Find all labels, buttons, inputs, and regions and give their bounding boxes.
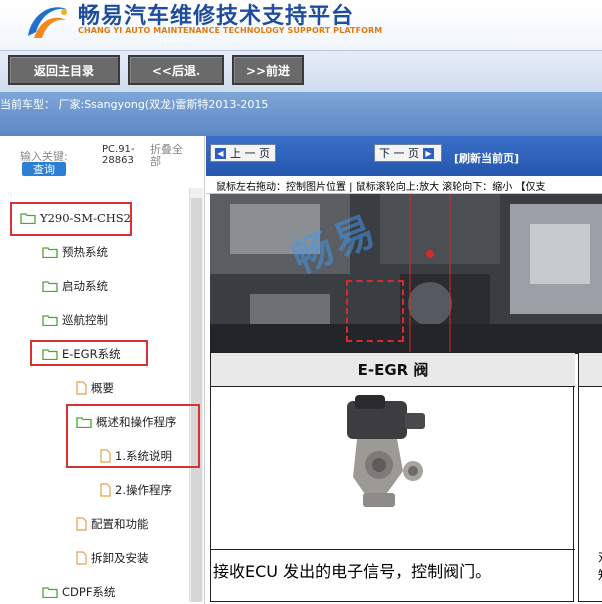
arrow-right-icon: ▶ xyxy=(423,147,434,159)
query-button[interactable]: 查询 xyxy=(22,162,66,176)
page-nav-bar: ◀ 上 一 页 下 一 页 ▶ [刷新当前页] xyxy=(206,136,602,176)
highlight-box xyxy=(10,202,132,236)
hint-bar: 鼠标左右拖动：控制图片位置 | 鼠标滚轮向上:放大 滚轮向下：缩小 【仅支 xyxy=(206,176,602,194)
tree-item-cdpf[interactable]: CDPF系统 xyxy=(42,582,115,602)
highlight-box xyxy=(30,340,148,366)
tree-item-label: CDPF系统 xyxy=(62,585,116,599)
egr-callout-box xyxy=(346,280,404,342)
forward-button[interactable]: >>前进 xyxy=(232,55,304,85)
main-toolbar: 返回主目录 <<后退. >>前进 xyxy=(0,50,602,92)
tree-item-label: 预热系统 xyxy=(62,245,108,259)
tree-panel: 输入关键: 查询 PC.91-28863 折叠全部 Y290-SM-CHS2 预… xyxy=(0,136,205,604)
app-window: 畅易汽车维修技术支持平台 CHANG YI AUTO MAINTENANCE T… xyxy=(0,0,602,604)
pc-code: PC.91-28863 xyxy=(102,144,135,166)
highlight-box xyxy=(66,404,200,468)
document-icon xyxy=(76,381,87,395)
folder-icon xyxy=(42,246,58,259)
valve-card: E-EGR 阀 接收ECU 发出的电子信号，控制阀门。 xyxy=(210,352,575,603)
next-page-button[interactable]: 下 一 页 ▶ xyxy=(374,144,442,162)
back-button[interactable]: <<后退. xyxy=(128,55,224,85)
adjacent-card-title xyxy=(579,353,602,387)
hint-text: 鼠标左右拖动：控制图片位置 | 鼠标滚轮向上:放大 滚轮向下：缩小 【仅支 xyxy=(216,182,546,193)
engine-bay-photo[interactable]: 畅易 xyxy=(210,194,602,354)
prev-page-button[interactable]: ◀ 上 一 页 xyxy=(210,144,276,162)
site-subtitle: CHANG YI AUTO MAINTENANCE TECHNOLOGY SUP… xyxy=(78,26,383,35)
prev-page-label: 上 一 页 xyxy=(230,147,270,160)
tree-item-start[interactable]: 启动系统 xyxy=(42,276,108,296)
collapse-all-link[interactable]: 折叠全部 xyxy=(150,144,190,168)
tree-item-label: 巡航控制 xyxy=(62,313,108,327)
adjacent-card-text: 对 知 xyxy=(598,548,602,584)
search-area: 输入关键: 查询 PC.91-28863 折叠全部 xyxy=(0,136,205,186)
folder-icon xyxy=(42,586,58,599)
document-icon xyxy=(100,483,111,497)
folder-icon xyxy=(42,280,58,293)
engine-photo-graphic xyxy=(210,194,602,354)
tree-scroll-thumb[interactable] xyxy=(191,198,202,602)
current-model-label: 当前车型： 厂家:Ssangyong(双龙)雷斯特2013-2015 xyxy=(0,98,269,111)
tree-item-preheat[interactable]: 预热系统 xyxy=(42,242,108,262)
valve-description: 接收ECU 发出的电子信号，控制阀门。 xyxy=(211,549,575,603)
tree-item-configuration[interactable]: 配置和功能 xyxy=(76,514,149,534)
back-home-button[interactable]: 返回主目录 xyxy=(8,55,120,85)
tree-item-label: 拆卸及安装 xyxy=(91,551,149,565)
tree-item-label: 配置和功能 xyxy=(91,517,149,531)
tree-item-label: 2.操作程序 xyxy=(115,483,172,497)
tree-item-cruise[interactable]: 巡航控制 xyxy=(42,310,108,330)
site-header: 畅易汽车维修技术支持平台 CHANG YI AUTO MAINTENANCE T… xyxy=(0,0,602,50)
arrow-left-icon: ◀ xyxy=(215,147,226,159)
folder-icon xyxy=(42,314,58,327)
document-icon xyxy=(76,551,87,565)
valve-title: E-EGR 阀 xyxy=(211,353,575,387)
tree-item-removal[interactable]: 拆卸及安装 xyxy=(76,548,149,568)
egr-valve-image xyxy=(347,395,425,507)
logo-icon xyxy=(28,7,68,38)
document-viewer: ◀ 上 一 页 下 一 页 ▶ [刷新当前页] 鼠标左右拖动：控制图片位置 | … xyxy=(206,136,602,604)
tree-scrollbar[interactable] xyxy=(189,188,203,602)
refresh-page-link[interactable]: [刷新当前页] xyxy=(454,150,519,166)
tree-item-label: 启动系统 xyxy=(62,279,108,293)
tree-item-overview[interactable]: 概要 xyxy=(76,378,114,398)
tree-item-procedure[interactable]: 2.操作程序 xyxy=(100,480,172,500)
next-page-label: 下 一 页 xyxy=(379,147,419,160)
tree-item-label: 概要 xyxy=(91,381,114,395)
document-icon xyxy=(76,517,87,531)
